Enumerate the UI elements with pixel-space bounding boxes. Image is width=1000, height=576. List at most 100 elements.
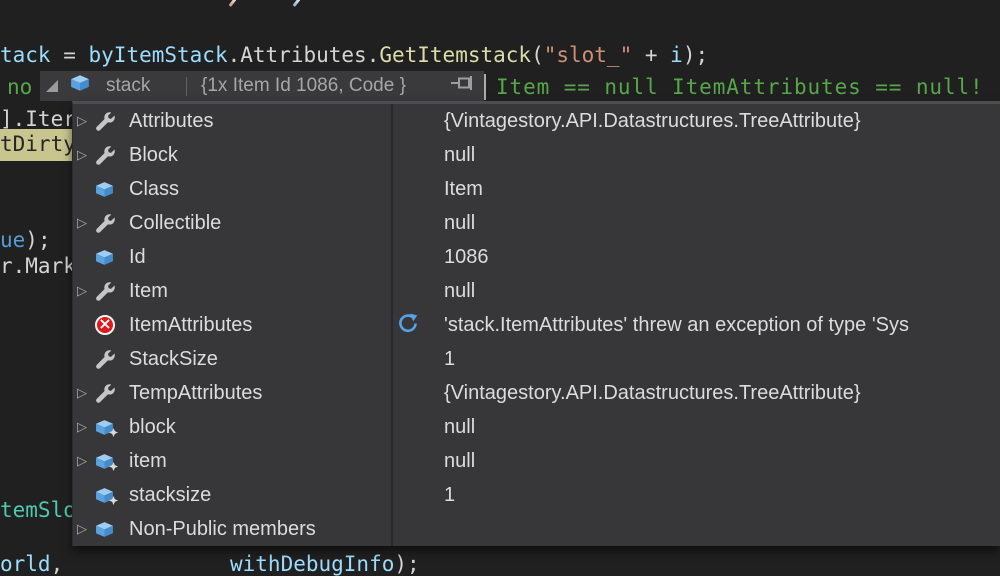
member-kind-icon: [95, 381, 129, 405]
expand-chevron-icon[interactable]: [77, 420, 95, 435]
member-value-cell[interactable]: [391, 512, 1000, 546]
member-value: 1086: [444, 246, 489, 269]
member-name: item: [129, 450, 167, 473]
datatip-member-list: Attributes {Vintagestory.API.Datastructu…: [72, 101, 1000, 546]
member-name-cell[interactable]: Non-Public members: [73, 512, 391, 546]
member-value: 1: [444, 484, 455, 507]
member-name: Non-Public members: [129, 518, 316, 541]
refresh-icon[interactable]: [397, 313, 419, 341]
member-row-stacksize[interactable]: stacksize 1: [73, 478, 1000, 512]
member-name-cell[interactable]: Block: [73, 138, 391, 172]
member-value-cell[interactable]: 1: [391, 478, 1000, 512]
member-name: TempAttributes: [129, 382, 262, 405]
member-name-cell[interactable]: Item: [73, 274, 391, 308]
member-value-cell[interactable]: {Vintagestory.API.Datastructures.TreeAtt…: [391, 104, 1000, 138]
member-value-cell[interactable]: 1: [391, 342, 1000, 376]
clipped-glyph-fragment: [293, 0, 301, 7]
member-name-cell[interactable]: Id: [73, 240, 391, 274]
code-fragment-null-annotation: Item == null ItemAttributes == null!: [496, 75, 984, 99]
expand-chevron-icon[interactable]: [77, 522, 95, 537]
member-value: null: [444, 144, 475, 167]
member-value-cell[interactable]: null: [391, 206, 1000, 240]
expand-chevron-icon[interactable]: [77, 454, 95, 469]
clipped-glyph-fragment: [229, 0, 237, 7]
code-line-assignment: tack = byItemStack.Attributes.GetItemsta…: [0, 43, 708, 67]
member-name: Attributes: [129, 110, 213, 133]
member-kind-icon: [95, 517, 129, 541]
member-row-item[interactable]: Item null: [73, 274, 1000, 308]
member-value: 'stack.ItemAttributes' threw an exceptio…: [444, 314, 909, 337]
error-icon: [95, 315, 115, 335]
member-value-cell[interactable]: null: [391, 274, 1000, 308]
member-name: Id: [129, 246, 146, 269]
member-value-cell[interactable]: null: [391, 444, 1000, 478]
pin-icon[interactable]: [450, 75, 476, 97]
member-kind-icon: [95, 109, 129, 133]
member-row-itemattributes[interactable]: ItemAttributes 'stack.ItemAttributes' th…: [73, 308, 1000, 342]
expand-chevron-icon[interactable]: [77, 148, 95, 163]
member-row-collectible[interactable]: Collectible null: [73, 206, 1000, 240]
member-value: Item: [444, 178, 483, 201]
member-row-item[interactable]: item null: [73, 444, 1000, 478]
member-value: null: [444, 416, 475, 439]
member-kind-icon: [95, 347, 129, 371]
member-kind-icon: [95, 177, 129, 201]
member-kind-icon: [95, 245, 129, 269]
member-kind-icon: [95, 449, 129, 473]
expand-chevron-icon[interactable]: [77, 386, 95, 401]
member-kind-icon: [95, 415, 129, 439]
code-fragment-bracket: ].Iter: [0, 107, 76, 131]
expand-chevron-icon[interactable]: [77, 114, 95, 129]
member-row-stacksize[interactable]: StackSize 1: [73, 342, 1000, 376]
member-value-cell[interactable]: Item: [391, 172, 1000, 206]
member-value-cell[interactable]: 1086: [391, 240, 1000, 274]
expand-chevron-icon[interactable]: [77, 284, 95, 299]
member-name: Class: [129, 178, 179, 201]
member-row-block[interactable]: Block null: [73, 138, 1000, 172]
datatip-value-preview: {1x Item Id 1086, Code }: [201, 75, 450, 97]
member-kind-icon: [95, 483, 129, 507]
header-divider: [186, 77, 187, 96]
datatip-variable-name: stack: [106, 75, 186, 97]
member-row-class[interactable]: Class Item: [73, 172, 1000, 206]
code-fragment-true: ue);: [0, 228, 51, 252]
member-value: {Vintagestory.API.Datastructures.TreeAtt…: [444, 382, 861, 405]
member-row-tempattributes[interactable]: TempAttributes {Vintagestory.API.Datastr…: [73, 376, 1000, 410]
member-name-cell[interactable]: block: [73, 410, 391, 444]
member-name-cell[interactable]: stacksize: [73, 478, 391, 512]
code-fragment-comment: no: [7, 75, 32, 99]
member-name-cell[interactable]: TempAttributes: [73, 376, 391, 410]
member-row-attributes[interactable]: Attributes {Vintagestory.API.Datastructu…: [73, 104, 1000, 138]
vs-debugger-screen: tack = byItemStack.Attributes.GetItemsta…: [0, 0, 1000, 576]
member-name: ItemAttributes: [129, 314, 252, 337]
member-value: null: [444, 450, 475, 473]
expanded-triangle-icon[interactable]: [46, 80, 58, 92]
member-name-cell[interactable]: ItemAttributes: [73, 308, 391, 342]
code-line-bottom-continued: withDebugInfo);: [230, 552, 420, 576]
member-value-cell[interactable]: 'stack.ItemAttributes' threw an exceptio…: [391, 308, 1000, 342]
member-value: null: [444, 280, 475, 303]
expand-chevron-icon[interactable]: [77, 216, 95, 231]
member-row-non-public-members[interactable]: Non-Public members: [73, 512, 1000, 546]
member-row-block[interactable]: block null: [73, 410, 1000, 444]
member-name: Item: [129, 280, 168, 303]
member-name-cell[interactable]: Collectible: [73, 206, 391, 240]
member-value: null: [444, 212, 475, 235]
member-kind-icon: [95, 211, 129, 235]
member-value: {Vintagestory.API.Datastructures.TreeAtt…: [444, 110, 861, 133]
code-line-bottom: orld,: [0, 552, 63, 576]
member-kind-icon: [95, 279, 129, 303]
datatip-header[interactable]: stack {1x Item Id 1086, Code }: [40, 71, 484, 101]
member-value-cell[interactable]: null: [391, 138, 1000, 172]
member-value-cell[interactable]: {Vintagestory.API.Datastructures.TreeAtt…: [391, 376, 1000, 410]
member-kind-icon: [95, 313, 129, 337]
member-name-cell[interactable]: Class: [73, 172, 391, 206]
member-row-id[interactable]: Id 1086: [73, 240, 1000, 274]
member-name-cell[interactable]: item: [73, 444, 391, 478]
member-name: Block: [129, 144, 178, 167]
code-fragment-mark: r.Mark: [0, 254, 76, 278]
member-name-cell[interactable]: StackSize: [73, 342, 391, 376]
member-value-cell[interactable]: null: [391, 410, 1000, 444]
member-name-cell[interactable]: Attributes: [73, 104, 391, 138]
member-name: stacksize: [129, 484, 211, 507]
